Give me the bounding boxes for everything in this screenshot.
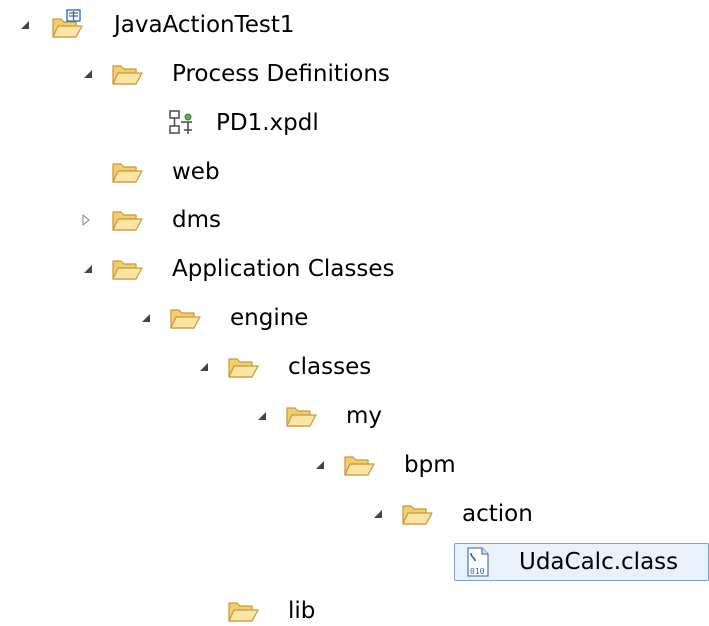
folder-icon [342, 448, 376, 482]
tree-item-dms[interactable]: dms [0, 200, 709, 240]
folder-icon [110, 57, 144, 91]
tree-item-web[interactable]: web [0, 152, 709, 192]
tree-item-label: engine [230, 305, 309, 331]
folder-icon [168, 301, 202, 335]
tree-item-label: web [172, 159, 220, 185]
folder-icon [226, 350, 260, 384]
tree-item-label: lib [288, 598, 316, 624]
tree-item-label: classes [288, 354, 372, 380]
project-explorer-tree: JavaActionTest1 Process Definitions PD1.… [0, 0, 709, 626]
expand-toggle-bpm[interactable] [311, 456, 329, 474]
tree-item-label: Application Classes [172, 256, 395, 282]
folder-icon [284, 399, 318, 433]
tree-item-pd1-xpdl[interactable]: PD1.xpdl [0, 103, 709, 143]
tree-item-label: PD1.xpdl [216, 110, 319, 136]
folder-icon [110, 155, 144, 189]
tree-item-label: bpm [404, 452, 456, 478]
tree-item-label: UdaCalc.class [519, 549, 679, 575]
tree-item-classes[interactable]: classes [0, 347, 709, 387]
tree-item-label: JavaActionTest1 [114, 12, 295, 38]
expand-toggle-application-classes[interactable] [79, 260, 97, 278]
tree-item-label: dms [172, 207, 221, 233]
tree-item-label: action [462, 501, 533, 527]
tree-item-application-classes[interactable]: Application Classes [0, 249, 709, 289]
expand-toggle-my[interactable] [253, 407, 271, 425]
expand-toggle-dms[interactable] [77, 211, 95, 229]
folder-icon [226, 594, 260, 626]
tree-item-label: my [346, 403, 383, 429]
tree-item-udacalc-class[interactable]: UdaCalc.class [0, 542, 709, 582]
folder-icon [400, 497, 434, 531]
tree-item-lib[interactable]: lib [0, 591, 709, 626]
tree-item-my[interactable]: my [0, 396, 709, 436]
java-class-file-icon [460, 545, 494, 579]
expand-toggle-process-definitions[interactable] [79, 65, 97, 83]
xpdl-process-file-icon [165, 106, 199, 140]
tree-item-label: Process Definitions [172, 61, 390, 87]
tree-item-action[interactable]: action [0, 494, 709, 534]
folder-icon [110, 203, 144, 237]
tree-item-process-definitions[interactable]: Process Definitions [0, 54, 709, 94]
tree-item-javaactiontest1[interactable]: JavaActionTest1 [0, 5, 709, 45]
expand-toggle-classes[interactable] [195, 358, 213, 376]
tree-item-engine[interactable]: engine [0, 298, 709, 338]
tree-item-bpm[interactable]: bpm [0, 445, 709, 485]
expand-toggle-javaactiontest1[interactable] [16, 16, 34, 34]
expand-toggle-action[interactable] [369, 505, 387, 523]
project-folder-icon [50, 8, 84, 42]
expand-toggle-engine[interactable] [137, 309, 155, 327]
folder-icon [110, 252, 144, 286]
